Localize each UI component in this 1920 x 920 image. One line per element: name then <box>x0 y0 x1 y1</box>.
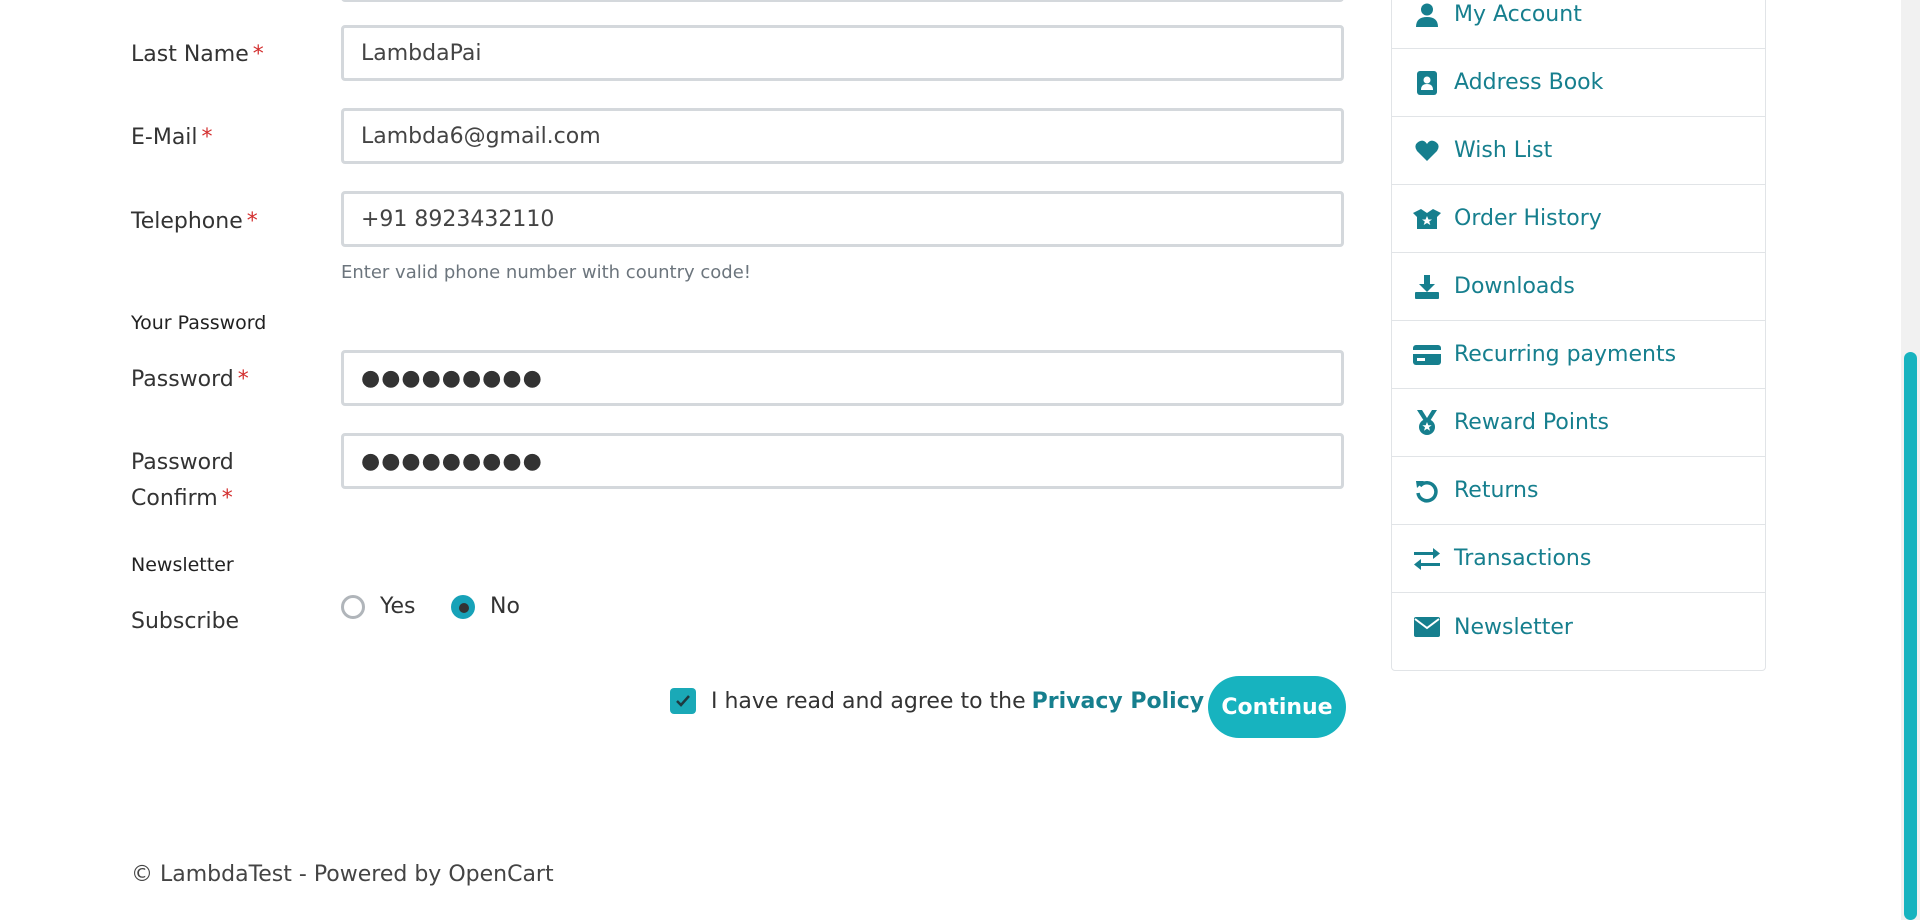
previous-input-edge <box>341 0 1344 2</box>
sidebar-item-recurring-payments[interactable]: Recurring payments <box>1392 321 1765 389</box>
required-mark: * <box>237 367 249 392</box>
sidebar-item-returns[interactable]: Returns <box>1392 457 1765 525</box>
subscribe-no-option[interactable]: No <box>451 594 520 619</box>
sidebar-item-reward-points[interactable]: Reward Points <box>1392 389 1765 457</box>
sidebar-item-newsletter[interactable]: Newsletter <box>1392 593 1765 661</box>
check-icon <box>676 695 690 707</box>
download-icon <box>1413 273 1441 301</box>
envelope-icon <box>1413 613 1441 641</box>
user-icon <box>1413 1 1441 29</box>
sidebar-item-wish-list[interactable]: Wish List <box>1392 117 1765 185</box>
sidebar-item-label: My Account <box>1454 2 1582 27</box>
password-confirm-input[interactable] <box>341 433 1344 489</box>
sidebar-item-label: Recurring payments <box>1454 342 1677 367</box>
subscribe-label: Subscribe <box>131 609 240 634</box>
telephone-help-text: Enter valid phone number with country co… <box>341 262 751 283</box>
sidebar-item-downloads[interactable]: Downloads <box>1392 253 1765 321</box>
sidebar-item-label: Wish List <box>1454 138 1553 163</box>
required-mark: * <box>221 486 233 511</box>
email-label: E-Mail * <box>131 125 213 150</box>
sidebar-item-address-book[interactable]: Address Book <box>1392 49 1765 117</box>
undo-icon <box>1413 477 1441 505</box>
sidebar-item-label: Address Book <box>1454 70 1604 95</box>
password-section-title: Your Password <box>131 312 267 334</box>
box-open-icon <box>1413 205 1441 233</box>
footer-text: © LambdaTest - Powered by OpenCart <box>131 862 554 887</box>
password-confirm-label: Password Confirm * <box>131 450 234 511</box>
agree-row: I have read and agree to the Privacy Pol… <box>670 688 1204 714</box>
address-book-icon <box>1413 69 1441 97</box>
email-input[interactable] <box>341 108 1344 164</box>
credit-card-icon <box>1413 341 1441 369</box>
exchange-icon <box>1413 545 1441 573</box>
subscribe-yes-label: Yes <box>380 594 416 619</box>
password-input[interactable] <box>341 350 1344 406</box>
medal-icon <box>1413 409 1441 437</box>
sidebar-item-label: Order History <box>1454 206 1602 231</box>
sidebar-item-label: Newsletter <box>1454 614 1573 640</box>
agree-text: I have read and agree to the <box>711 688 1026 714</box>
continue-button[interactable]: Continue <box>1208 676 1346 738</box>
required-mark: * <box>252 42 264 67</box>
subscribe-no-label: No <box>490 594 520 619</box>
password-label: Password * <box>131 367 249 392</box>
agree-checkbox[interactable] <box>670 688 696 714</box>
last-name-input[interactable] <box>341 25 1344 81</box>
newsletter-section-title: Newsletter <box>131 554 234 576</box>
sidebar-item-transactions[interactable]: Transactions <box>1392 525 1765 593</box>
sidebar-item-my-account[interactable]: My Account <box>1392 0 1765 49</box>
last-name-label: Last Name * <box>131 42 264 67</box>
page-scrollbar-thumb[interactable] <box>1904 352 1917 920</box>
subscribe-yes-option[interactable]: Yes <box>341 594 416 619</box>
privacy-policy-link[interactable]: Privacy Policy <box>1032 689 1204 714</box>
telephone-input[interactable] <box>341 191 1344 247</box>
sidebar-item-order-history[interactable]: Order History <box>1392 185 1765 253</box>
radio-yes[interactable] <box>341 594 365 619</box>
page-scrollbar-track[interactable] <box>1901 0 1920 920</box>
telephone-label: Telephone * <box>131 209 258 234</box>
required-mark: * <box>201 125 213 150</box>
heart-icon <box>1413 137 1441 165</box>
account-sidebar: My Account Address Book Wish List Order … <box>1391 0 1766 671</box>
sidebar-item-label: Reward Points <box>1454 410 1610 435</box>
sidebar-item-label: Transactions <box>1454 546 1592 571</box>
sidebar-item-label: Downloads <box>1454 274 1575 299</box>
sidebar-item-label: Returns <box>1454 478 1539 503</box>
required-mark: * <box>246 209 258 234</box>
radio-no[interactable] <box>451 594 475 619</box>
